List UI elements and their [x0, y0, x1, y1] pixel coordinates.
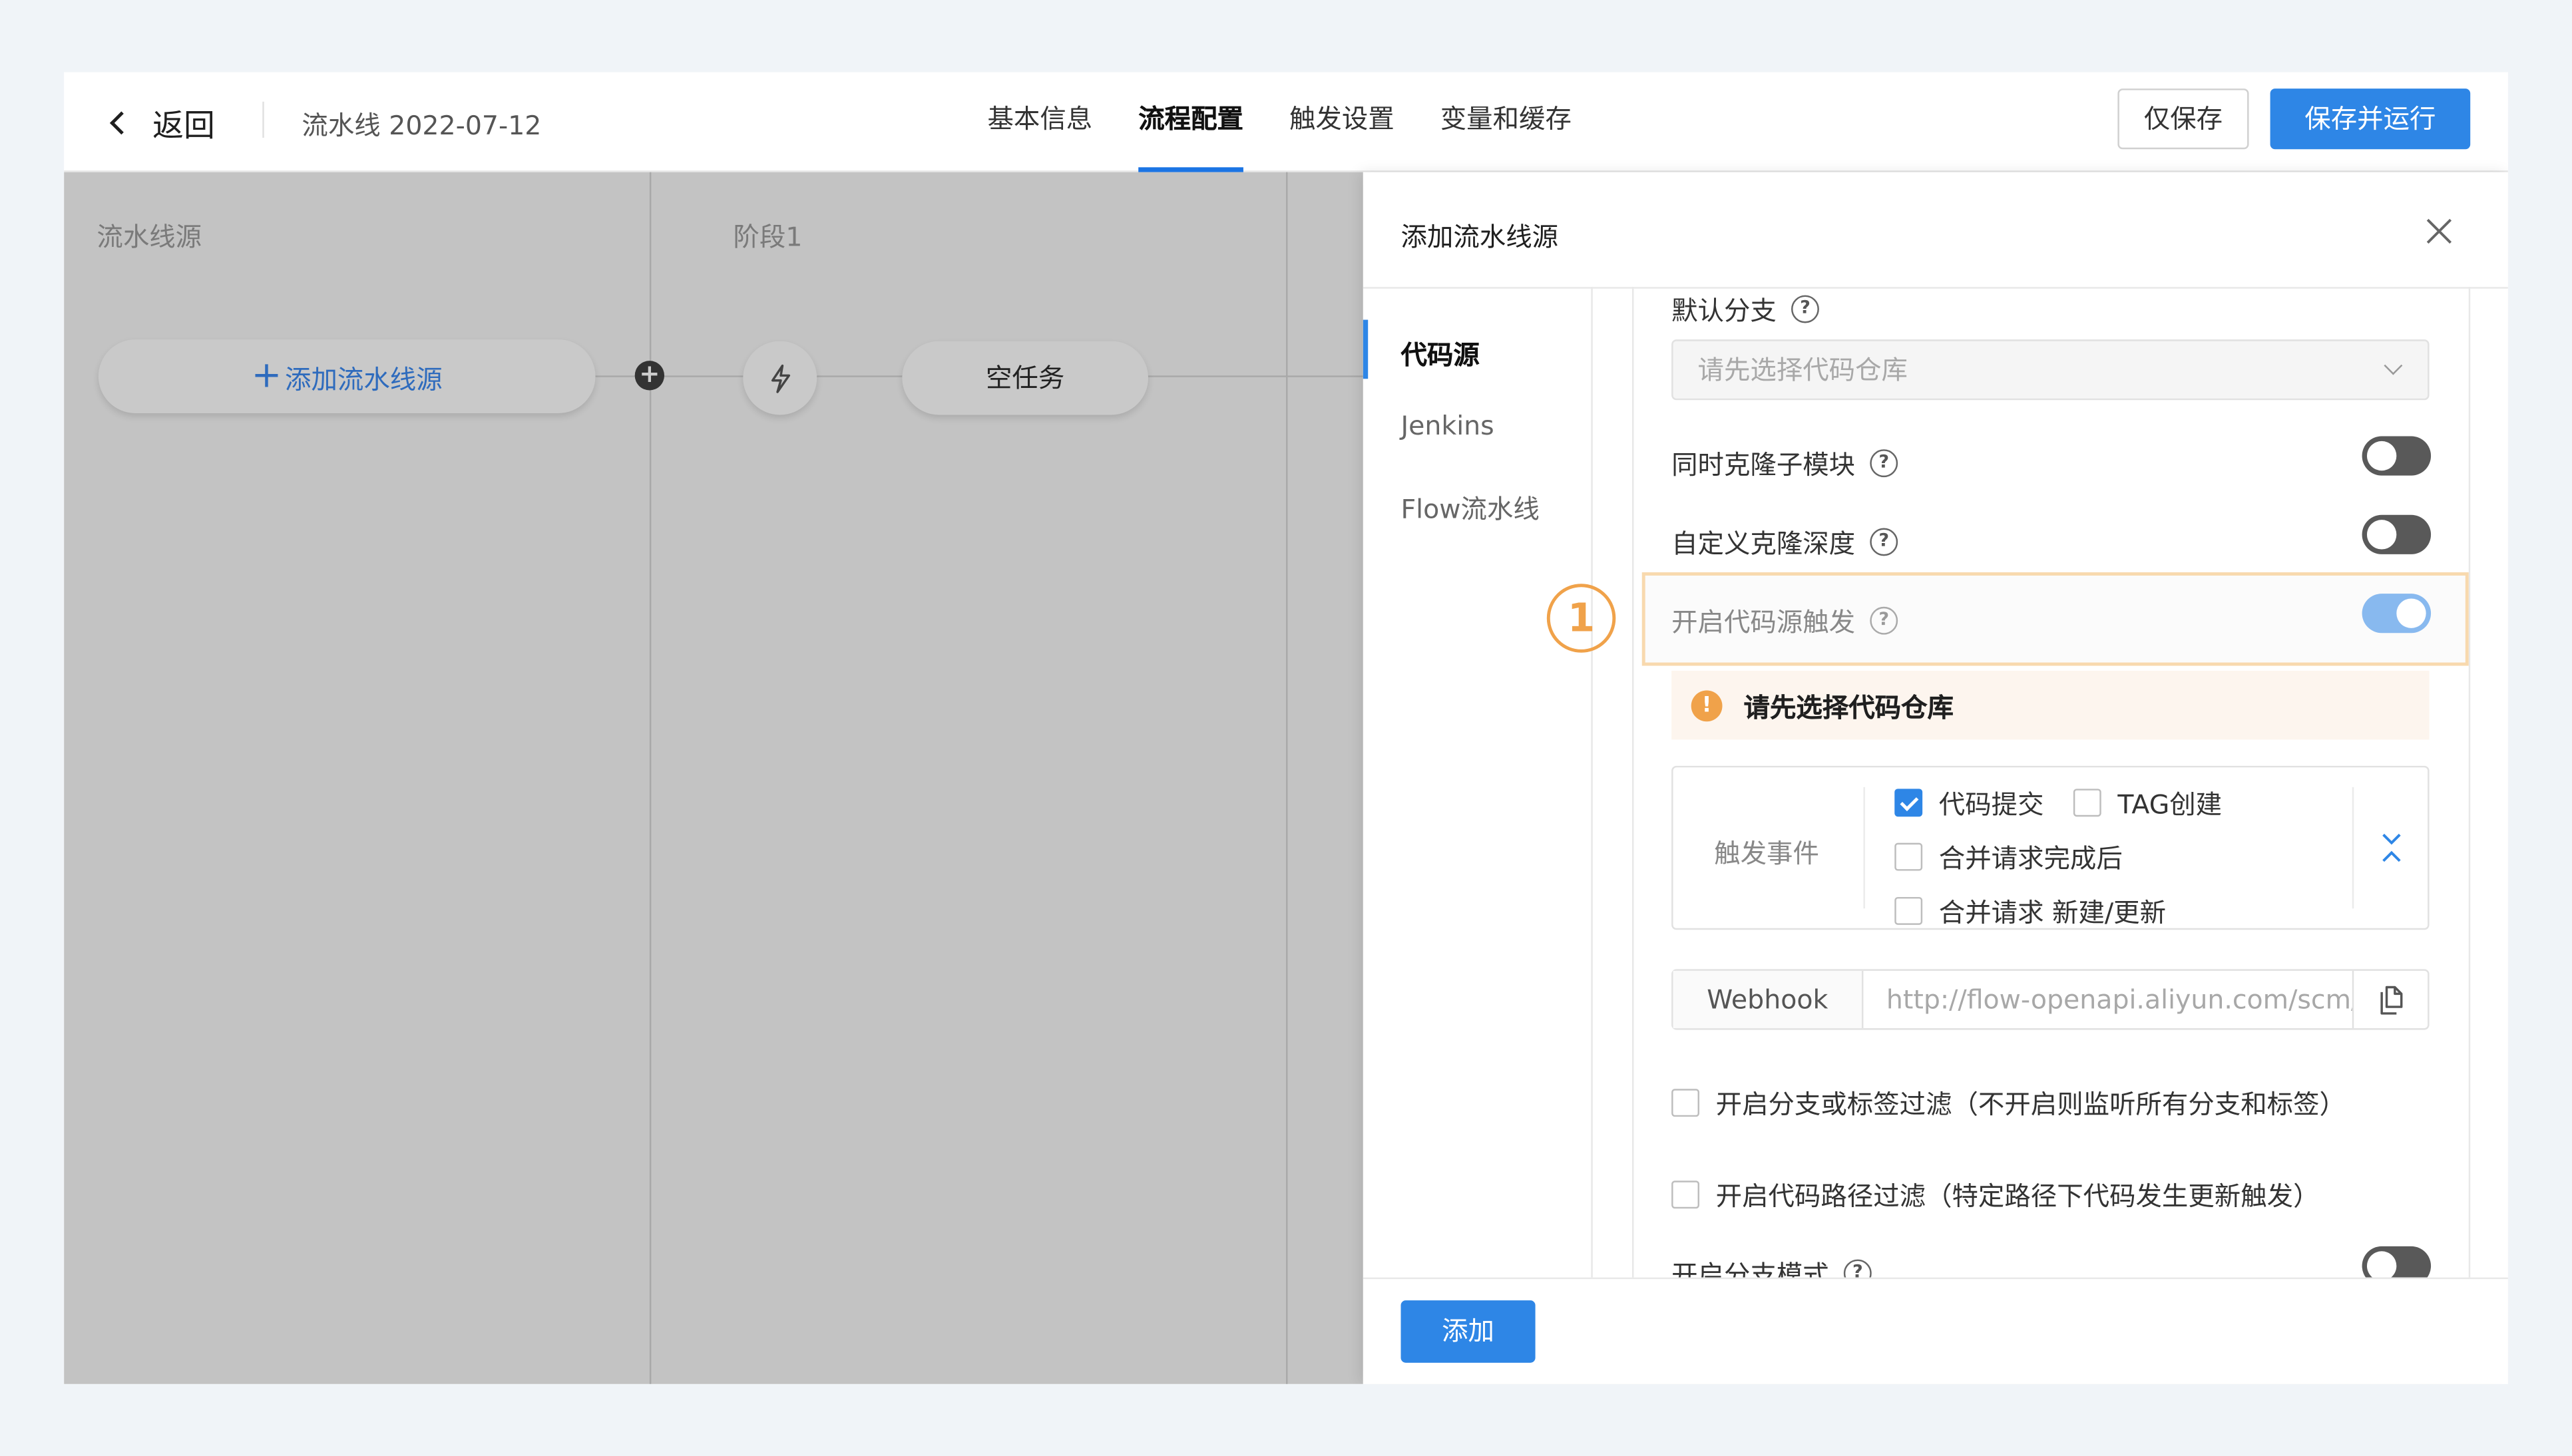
merge-new-label: 合并请求 新建/更新	[1938, 896, 2167, 928]
copy-icon	[2380, 985, 2402, 1014]
stage-column-title: 阶段1	[733, 221, 803, 253]
drawer-title: 添加流水线源	[1400, 221, 1559, 253]
source-column-title: 流水线源	[97, 221, 202, 253]
clone-submodules-toggle[interactable]	[2362, 436, 2432, 476]
code-commit-checkbox[interactable]	[1894, 788, 1923, 816]
clone-submodules-text: 同时克隆子模块	[1671, 449, 1856, 481]
tab-trigger-settings[interactable]: 触发设置	[1289, 72, 1394, 172]
path-filter-label: 开启代码路径过滤（特定路径下代码发生更新触发）	[1715, 1181, 2320, 1212]
help-icon[interactable]: ?	[1870, 606, 1898, 634]
branch-select-placeholder: 请先选择代码仓库	[1697, 354, 1908, 386]
help-icon[interactable]: ?	[1791, 294, 1819, 323]
warning-alert: ! 请先选择代码仓库	[1671, 670, 2430, 740]
webhook-url[interactable]: http://flow-openapi.aliyun.com/scm/	[1886, 971, 2352, 1028]
connector-line	[595, 375, 744, 377]
app-window: 返回 流水线 2022-07-12 基本信息 流程配置 触发设置 变量和缓存 仅…	[64, 72, 2508, 1384]
warning-text: 请先选择代码仓库	[1743, 691, 1954, 723]
merge-new-checkbox[interactable]	[1894, 896, 1923, 924]
empty-task-node[interactable]: 空任务	[902, 341, 1148, 415]
add-stage-plus-icon[interactable]: +	[634, 360, 665, 391]
tab-basic-info[interactable]: 基本信息	[987, 72, 1092, 172]
events-divider	[2352, 787, 2354, 909]
path-filter-option: 开启代码路径过滤（特定路径下代码发生更新触发）	[1671, 1174, 2320, 1213]
merge-done-label: 合并请求完成后	[1938, 842, 2123, 874]
toggle-knob	[2366, 441, 2397, 471]
screen: 返回 流水线 2022-07-12 基本信息 流程配置 触发设置 变量和缓存 仅…	[0, 0, 2572, 1456]
tag-create-label: TAG创建	[2117, 789, 2223, 820]
header-divider	[262, 101, 264, 138]
pipeline-title: 流水线 2022-07-12	[302, 110, 542, 141]
pipeline-canvas: 流水线源 阶段1 + 添加流水线源 + 空任务	[64, 172, 1363, 1384]
chevron-left-icon	[109, 111, 133, 135]
events-divider	[1863, 787, 1865, 909]
connector-line	[817, 375, 903, 377]
path-filter-checkbox[interactable]	[1671, 1180, 1699, 1208]
column-divider	[649, 172, 652, 1384]
connector-line	[1148, 375, 1363, 377]
branch-mode-text: 开启分支模式	[1671, 1259, 1829, 1278]
default-branch-label: 默认分支 ?	[1671, 289, 1819, 328]
webhook-label: Webhook	[1673, 970, 1864, 1029]
toggle-knob	[2396, 598, 2426, 628]
trigger-events-label: 触发事件	[1714, 838, 1819, 870]
webhook-field: Webhook http://flow-openapi.aliyun.com/s…	[1671, 969, 2430, 1030]
add-source-button[interactable]: + 添加流水线源	[98, 339, 596, 413]
help-icon[interactable]: ?	[1870, 527, 1898, 556]
code-commit-label: 代码提交	[1938, 789, 2044, 820]
lightning-icon	[770, 363, 789, 393]
back-label: 返回	[152, 107, 215, 144]
help-icon[interactable]: ?	[1870, 448, 1898, 476]
plus-icon: +	[251, 355, 282, 397]
event-code-commit: 代码提交	[1894, 782, 2044, 821]
branch-mode-toggle[interactable]	[2362, 1246, 2432, 1278]
custom-clone-depth-label: 自定义克隆深度 ?	[1671, 522, 1898, 561]
back-button[interactable]: 返回	[107, 102, 215, 144]
event-merge-done: 合并请求完成后	[1894, 836, 2123, 876]
source-trigger-text: 开启代码源触发	[1671, 606, 1856, 638]
collapse-icon[interactable]	[2377, 830, 2406, 866]
source-trigger-toggle[interactable]	[2362, 594, 2432, 634]
branch-tag-filter-checkbox[interactable]	[1671, 1088, 1699, 1116]
default-branch-text: 默认分支	[1671, 295, 1777, 327]
save-and-run-button[interactable]: 保存并运行	[2270, 89, 2471, 150]
top-header: 返回 流水线 2022-07-12 基本信息 流程配置 触发设置 变量和缓存 仅…	[64, 72, 2508, 172]
callout-badge: 1	[1546, 584, 1616, 653]
source-form: 默认分支 ? 请先选择代码仓库 同时克隆子模块 ? 自定义克隆深度 ? 1 开启…	[1363, 287, 2508, 1278]
add-source-drawer: 添加流水线源 代码源 Jenkins Flow流水线 默认分支 ? 请先选择代码…	[1363, 172, 2508, 1384]
copy-button[interactable]	[2352, 970, 2428, 1029]
drawer-footer-divider	[1363, 1277, 2508, 1280]
branch-select[interactable]: 请先选择代码仓库	[1671, 339, 2430, 401]
branch-tag-filter-option: 开启分支或标签过滤（不开启则监听所有分支和标签）	[1671, 1082, 2346, 1121]
trigger-node[interactable]	[743, 341, 817, 415]
exclamation-icon: !	[1691, 689, 1723, 721]
help-icon[interactable]: ?	[1843, 1258, 1872, 1278]
merge-done-checkbox[interactable]	[1894, 842, 1923, 870]
custom-clone-depth-toggle[interactable]	[2362, 514, 2432, 554]
branch-mode-label: 开启分支模式 ?	[1671, 1253, 1872, 1278]
header-tabs: 基本信息 流程配置 触发设置 变量和缓存	[987, 72, 1617, 172]
tab-flow-config[interactable]: 流程配置	[1138, 72, 1244, 172]
branch-tag-filter-label: 开启分支或标签过滤（不开启则监听所有分支和标签）	[1715, 1089, 2346, 1121]
save-only-button[interactable]: 仅保存	[2117, 89, 2249, 150]
event-merge-new: 合并请求 新建/更新	[1894, 890, 2166, 930]
add-source-label: 添加流水线源	[285, 363, 443, 395]
toggle-knob	[2366, 1251, 2397, 1278]
clone-submodules-label: 同时克隆子模块 ?	[1671, 443, 1898, 482]
toggle-knob	[2366, 520, 2397, 550]
close-icon[interactable]	[2423, 215, 2456, 248]
tab-variables-cache[interactable]: 变量和缓存	[1440, 72, 1572, 172]
column-divider	[1285, 172, 1288, 1384]
trigger-events-box: 触发事件 代码提交 TAG创建 合并请求完成后 合并请求 新建/更新	[1671, 765, 2430, 930]
event-tag-create: TAG创建	[2073, 782, 2222, 821]
tag-create-checkbox[interactable]	[2073, 788, 2101, 816]
add-button[interactable]: 添加	[1400, 1300, 1536, 1363]
source-trigger-label: 开启代码源触发 ?	[1671, 600, 1898, 639]
custom-clone-depth-text: 自定义克隆深度	[1671, 528, 1856, 560]
chevron-down-icon	[2384, 356, 2403, 375]
